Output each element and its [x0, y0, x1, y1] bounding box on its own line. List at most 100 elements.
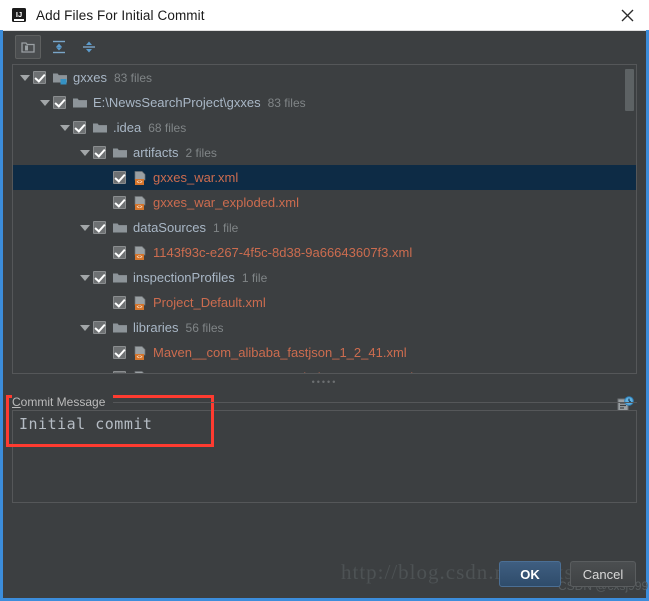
file-tree-panel[interactable]: gxxes 83 files E:\NewsSearchProject\gxxes 8…: [12, 64, 637, 374]
folder-icon: [112, 145, 128, 161]
tree-toolbar: [3, 31, 646, 62]
tree-expand-toggle-icon[interactable]: [57, 115, 73, 140]
tree-row-file-count: 83 files: [267, 95, 306, 110]
intellij-idea-icon: IJ: [11, 7, 27, 23]
window-border-left: [0, 30, 3, 601]
tree-row-checkbox[interactable]: [113, 171, 126, 184]
tree-row[interactable]: dataSources 1 file: [13, 215, 636, 240]
tree-expand-toggle-icon[interactable]: [77, 265, 93, 290]
tree-row[interactable]: .idea 68 files: [13, 115, 636, 140]
commit-message-label-rest: ommit Message: [20, 395, 106, 409]
tree-row-checkbox[interactable]: [73, 121, 86, 134]
tree-expand-toggle-icon[interactable]: [37, 90, 53, 115]
svg-text:<>: <>: [137, 254, 143, 260]
tree-row-checkbox[interactable]: [93, 271, 106, 284]
commit-message-input[interactable]: Initial commit: [12, 410, 637, 503]
tree-row[interactable]: artifacts 2 files: [13, 140, 636, 165]
tree-row-label: Project_Default.xml: [153, 295, 266, 310]
folder-icon: [72, 95, 88, 111]
tree-row-label: libraries: [133, 320, 179, 335]
tree-row-label: Maven__com_carrotsearch_hppc_0_7_1.xml: [153, 370, 413, 373]
xml-file-icon: <>: [132, 295, 148, 311]
tree-row-checkbox[interactable]: [113, 346, 126, 359]
tree-row-checkbox[interactable]: [113, 371, 126, 373]
tree-row-label: dataSources: [133, 220, 206, 235]
tree-row-label: Maven__com_alibaba_fastjson_1_2_41.xml: [153, 345, 407, 360]
tree-row-file-count: 2 files: [185, 145, 217, 160]
folder-icon: [92, 120, 108, 136]
svg-text:<>: <>: [137, 354, 143, 360]
tree-twisty-placeholder: [97, 165, 113, 190]
tree-twisty-placeholder: [97, 365, 113, 373]
folder-icon: [112, 220, 128, 236]
tree-twisty-placeholder: [97, 290, 113, 315]
tree-row-checkbox[interactable]: [113, 246, 126, 259]
tree-row-label: artifacts: [133, 145, 179, 160]
tree-twisty-placeholder: [97, 340, 113, 365]
tree-row-checkbox[interactable]: [93, 221, 106, 234]
ok-button[interactable]: OK: [499, 561, 561, 587]
tree-twisty-placeholder: [97, 240, 113, 265]
close-icon[interactable]: [605, 0, 649, 30]
tree-row-checkbox[interactable]: [93, 146, 106, 159]
tree-row-label: E:\NewsSearchProject\gxxes: [93, 95, 261, 110]
file-tree[interactable]: gxxes 83 files E:\NewsSearchProject\gxxes 8…: [13, 65, 636, 373]
tree-row[interactable]: gxxes 83 files: [13, 65, 636, 90]
tree-row[interactable]: <> Maven__com_alibaba_fastjson_1_2_41.xml: [13, 340, 636, 365]
tree-expand-toggle-icon[interactable]: [77, 215, 93, 240]
tree-row-label: 1143f93c-e267-4f5c-8d38-9a66643607f3.xml: [153, 245, 413, 260]
xml-file-icon: <>: [132, 245, 148, 261]
tree-row-file-count: 83 files: [113, 70, 152, 85]
tree-row[interactable]: inspectionProfiles 1 file: [13, 265, 636, 290]
tree-row-checkbox[interactable]: [33, 71, 46, 84]
tree-row[interactable]: libraries 56 files: [13, 315, 636, 340]
folder-icon: [112, 270, 128, 286]
expand-all-button[interactable]: [47, 36, 71, 58]
tree-row-file-count: 56 files: [185, 320, 224, 335]
commit-message-header: Commit Message: [12, 394, 637, 412]
xml-file-icon: <>: [132, 345, 148, 361]
tree-twisty-placeholder: [97, 190, 113, 215]
tree-row-checkbox[interactable]: [53, 96, 66, 109]
tree-row-file-count: 1 file: [213, 220, 239, 235]
svg-text:IJ: IJ: [16, 10, 22, 19]
cancel-button[interactable]: Cancel: [570, 561, 636, 587]
tree-row[interactable]: <> gxxes_war.xml: [13, 165, 636, 190]
window-title: Add Files For Initial Commit: [36, 7, 205, 23]
svg-text:<>: <>: [137, 179, 143, 185]
tree-row-label: gxxes: [73, 70, 107, 85]
panel-splitter[interactable]: •••••: [12, 377, 637, 387]
commit-message-label-mnemonic: C: [12, 395, 21, 409]
commit-message-label: Commit Message: [12, 395, 114, 409]
tree-expand-toggle-icon[interactable]: [77, 140, 93, 165]
tree-row-label: gxxes_war_exploded.xml: [153, 195, 299, 210]
add-files-for-initial-commit-dialog: IJ Add Files For Initial Commit gxxes 83…: [0, 0, 649, 601]
tree-row[interactable]: E:\NewsSearchProject\gxxes 83 files: [13, 90, 636, 115]
collapse-all-button[interactable]: [77, 36, 101, 58]
tree-row-label: gxxes_war.xml: [153, 170, 239, 185]
folder-icon: [112, 320, 128, 336]
group-by-directory-toggle[interactable]: [15, 34, 41, 59]
tree-row-checkbox[interactable]: [93, 321, 106, 334]
tree-row-checkbox[interactable]: [113, 296, 126, 309]
tree-row-checkbox[interactable]: [113, 196, 126, 209]
svg-text:<>: <>: [137, 204, 143, 210]
tree-row-label: inspectionProfiles: [133, 270, 235, 285]
vertical-scrollbar[interactable]: [625, 69, 634, 111]
tree-row[interactable]: <> Maven__com_carrotsearch_hppc_0_7_1.xml: [13, 365, 636, 373]
tree-row[interactable]: <> 1143f93c-e267-4f5c-8d38-9a66643607f3.x…: [13, 240, 636, 265]
commit-message-section: Commit Message Initial commit: [12, 394, 637, 504]
tree-row[interactable]: <> Project_Default.xml: [13, 290, 636, 315]
xml-file-icon: <>: [132, 370, 148, 373]
svg-text:<>: <>: [137, 304, 143, 310]
title-bar: IJ Add Files For Initial Commit: [0, 0, 649, 31]
tree-row[interactable]: <> gxxes_war_exploded.xml: [13, 190, 636, 215]
tree-expand-toggle-icon[interactable]: [77, 315, 93, 340]
xml-file-icon: <>: [132, 195, 148, 211]
tree-expand-toggle-icon[interactable]: [17, 65, 33, 90]
module-folder-icon: [52, 70, 68, 86]
tree-row-file-count: 1 file: [241, 270, 268, 285]
xml-file-icon: <>: [132, 170, 148, 186]
tree-row-label: .idea: [113, 120, 142, 135]
commit-message-text: Initial commit: [19, 415, 153, 433]
